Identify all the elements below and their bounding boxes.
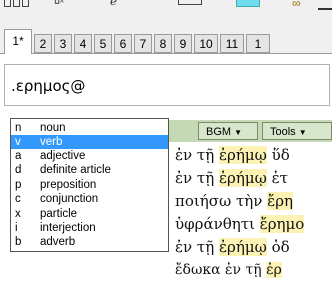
list-item-interjection[interactable]: i interjection <box>11 221 168 235</box>
chevron-down-icon: ▼ <box>298 128 307 137</box>
list-item-particle[interactable]: x particle <box>11 207 168 221</box>
search-input[interactable] <box>11 75 311 97</box>
list-item-verb[interactable]: v verb <box>11 135 168 149</box>
tools-label: Tools <box>270 126 296 138</box>
button-bar: BGM ▼ Tools ▼ <box>168 120 332 142</box>
list-icon[interactable] <box>4 0 32 8</box>
link-icon[interactable]: ∞ <box>292 0 312 10</box>
tab-chapter-3[interactable]: 3 <box>54 34 72 53</box>
part-of-speech-list[interactable]: n noun v verb a adjective d definite article… <box>10 118 169 252</box>
highlight-icon[interactable] <box>236 0 260 7</box>
tab-chapter-5[interactable]: 5 <box>94 34 112 53</box>
toolbar: ¤ˣ ℯ ∞ <box>0 0 332 26</box>
list-item-conjunction[interactable]: c conjunction <box>11 192 168 206</box>
search-box <box>4 64 330 106</box>
pointer-icon[interactable]: ℯ <box>110 0 117 8</box>
list-item-adverb[interactable]: b adverb <box>11 235 168 249</box>
tab-chapter-12[interactable]: 1 <box>246 34 270 53</box>
verse-line[interactable]: ἐν τῇ ἐρήμῳ ἐτ <box>175 167 288 189</box>
tab-chapter-1[interactable]: 1* <box>4 29 32 54</box>
tab-chapter-6[interactable]: 6 <box>114 34 132 53</box>
tools-button[interactable]: Tools ▼ <box>262 122 332 140</box>
chevron-down-icon: ▼ <box>234 128 242 137</box>
chapter-tabs: 1* 2 3 4 5 6 7 8 9 10 11 1 <box>0 26 332 54</box>
bgm-label: BGM <box>206 126 232 138</box>
list-item-preposition[interactable]: p preposition <box>11 178 168 192</box>
format-icon[interactable]: ¤ˣ <box>54 0 72 8</box>
tab-chapter-11[interactable]: 11 <box>220 34 244 53</box>
list-item-definite-article[interactable]: d definite article <box>11 163 168 177</box>
tab-chapter-10[interactable]: 10 <box>194 34 218 53</box>
tab-chapter-2[interactable]: 2 <box>34 34 52 53</box>
menu-icon[interactable] <box>318 0 332 10</box>
verse-line[interactable]: ποιήσω τὴν ἔρη <box>175 190 294 212</box>
bgm-button[interactable]: BGM ▼ <box>198 122 258 140</box>
verse-line[interactable]: ἔδωκα ἐν τῇ ἐρ <box>175 259 282 281</box>
verse-line[interactable]: ἐν τῇ ἐρήμῳ ὁδ <box>175 236 290 258</box>
tab-chapter-4[interactable]: 4 <box>74 34 92 53</box>
tab-chapter-9[interactable]: 9 <box>174 34 192 53</box>
tab-chapter-7[interactable]: 7 <box>134 34 152 53</box>
list-item-adjective[interactable]: a adjective <box>11 149 168 163</box>
verse-line[interactable]: ἐν τῇ ἐρήμῳ ὕδ <box>175 144 290 166</box>
tab-chapter-8[interactable]: 8 <box>154 34 172 53</box>
list-item-noun[interactable]: n noun <box>11 121 168 135</box>
window-icon[interactable] <box>178 0 202 5</box>
verse-line[interactable]: ὑφράνθητι ἔρημο <box>175 213 305 235</box>
